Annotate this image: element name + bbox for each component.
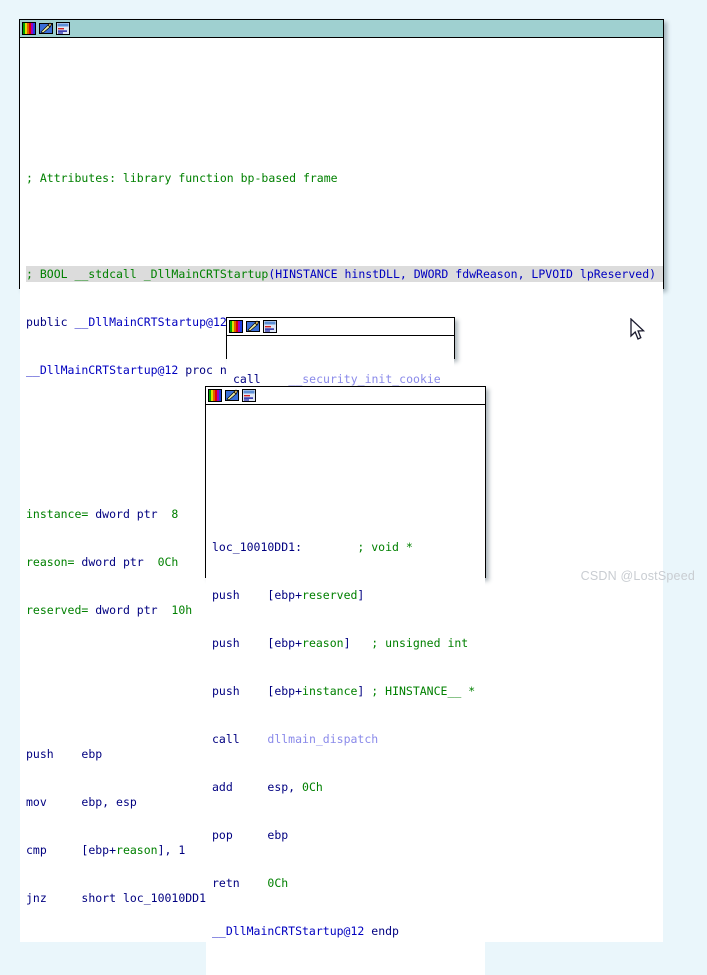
instruction-mnemonic[interactable]: push <box>212 588 240 602</box>
attributes-comment: ; Attributes: library function bp-based … <box>26 171 338 185</box>
instruction-stack-var[interactable]: reason <box>302 636 344 650</box>
instruction-comment: ; HINSTANCE__ * <box>371 684 476 698</box>
color-palette-icon[interactable] <box>208 389 222 402</box>
graph-canvas[interactable]: ; Attributes: library function bp-based … <box>0 0 707 975</box>
color-palette-icon[interactable] <box>229 320 243 333</box>
color-palette-icon[interactable] <box>22 22 36 35</box>
node-titlebar[interactable] <box>227 318 454 336</box>
node-dispatch-block[interactable]: loc_10010DD1: ; void * push [ebp+reserve… <box>205 386 486 975</box>
instruction-mnemonic[interactable]: push <box>212 684 240 698</box>
code-line-signature: ; BOOL __stdcall _DllMainCRTStartup(HINS… <box>26 266 663 282</box>
instruction-line: add esp, 0Ch <box>212 779 485 795</box>
instruction-operands: ebp <box>267 828 289 842</box>
stack-var-type: dword ptr <box>95 603 158 617</box>
instruction-stack-var[interactable]: reason <box>116 843 158 857</box>
call-target-symbol[interactable]: __security_init_cookie <box>288 372 440 386</box>
instruction-operands: [ebp+ <box>81 843 117 857</box>
instruction-mnemonic[interactable]: add <box>212 780 233 794</box>
instruction-operands: esp, <box>267 780 303 794</box>
node-security-cookie-block[interactable]: call __security_init_cookie <box>226 317 455 423</box>
instruction-immediate: 0Ch <box>267 876 289 890</box>
instruction-operands-tail: ] <box>357 588 365 602</box>
window-properties-icon[interactable] <box>56 22 70 35</box>
instruction-mnemonic[interactable]: jnz <box>26 891 47 905</box>
instruction-line: call __security_init_cookie <box>233 371 454 387</box>
window-properties-icon[interactable] <box>242 389 256 402</box>
instruction-operands-tail: ] <box>343 636 351 650</box>
instruction-mnemonic[interactable]: push <box>26 747 54 761</box>
instruction-stack-var[interactable]: instance <box>302 684 357 698</box>
stack-var-name[interactable]: instance= <box>26 507 88 521</box>
stack-var-offset: 8 <box>171 507 179 521</box>
endp-symbol[interactable]: __DllMainCRTStartup@12 <box>212 924 364 938</box>
instruction-mnemonic[interactable]: pop <box>212 828 233 842</box>
call-target-symbol[interactable]: dllmain_dispatch <box>267 732 378 746</box>
pencil-edit-icon[interactable] <box>39 22 53 35</box>
instruction-mnemonic[interactable]: call <box>233 372 261 386</box>
pencil-edit-icon[interactable] <box>246 320 260 333</box>
instruction-line: pop ebp <box>212 827 485 843</box>
instruction-jump-target[interactable]: short loc_10010DD1 <box>81 891 206 905</box>
instruction-mnemonic[interactable]: mov <box>26 795 47 809</box>
instruction-operands: ebp <box>81 747 103 761</box>
instruction-line: push [ebp+reason] ; unsigned int <box>212 635 485 651</box>
public-symbol[interactable]: __DllMainCRTStartup@12 <box>74 315 226 329</box>
instruction-operands: [ebp+ <box>267 636 303 650</box>
instruction-line: retn 0Ch <box>212 875 485 891</box>
instruction-operands: [ebp+ <box>267 684 303 698</box>
proc-symbol[interactable]: __DllMainCRTStartup@12 <box>26 363 178 377</box>
code-line-label: loc_10010DD1: ; void * <box>212 539 485 555</box>
window-properties-icon[interactable] <box>263 320 277 333</box>
stack-var-type: dword ptr <box>95 507 158 521</box>
block-label[interactable]: loc_10010DD1: <box>212 540 302 554</box>
label-comment: ; void * <box>357 540 413 554</box>
stack-var-type: dword ptr <box>81 555 144 569</box>
instruction-operands-tail: ] <box>357 684 365 698</box>
instruction-immediate: 0Ch <box>302 780 323 794</box>
public-keyword: public <box>26 315 68 329</box>
mouse-cursor <box>630 318 646 340</box>
watermark-text: CSDN @LostSpeed <box>580 569 695 583</box>
pencil-edit-icon[interactable] <box>225 389 239 402</box>
instruction-line: call dllmain_dispatch <box>212 731 485 747</box>
node-code: loc_10010DD1: ; void * push [ebp+reserve… <box>206 405 485 975</box>
node-titlebar[interactable] <box>206 387 485 405</box>
node-titlebar[interactable] <box>20 20 663 38</box>
instruction-mnemonic[interactable]: cmp <box>26 843 47 857</box>
instruction-operands: [ebp+ <box>267 588 303 602</box>
endp-keyword: endp <box>371 924 399 938</box>
instruction-comment: ; unsigned int <box>371 636 469 650</box>
instruction-line: push [ebp+reserved] <box>212 587 485 603</box>
instruction-operands-tail: ], 1 <box>157 843 186 857</box>
node-entry-block[interactable]: ; Attributes: library function bp-based … <box>19 19 664 942</box>
instruction-stack-var[interactable]: reserved <box>302 588 357 602</box>
signature-prefix: ; BOOL __stdcall _DllMainCRTStartup <box>26 267 269 281</box>
instruction-mnemonic[interactable]: push <box>212 636 240 650</box>
code-line-endp: __DllMainCRTStartup@12 endp <box>212 923 485 939</box>
instruction-mnemonic[interactable]: call <box>212 732 240 746</box>
stack-var-offset: 10h <box>171 603 193 617</box>
signature-params: (HINSTANCE hinstDLL, DWORD fdwReason, LP… <box>268 267 657 281</box>
stack-var-name[interactable]: reserved= <box>26 603 88 617</box>
stack-var-name[interactable]: reason= <box>26 555 74 569</box>
code-line-attributes: ; Attributes: library function bp-based … <box>26 170 663 186</box>
instruction-operands: ebp, esp <box>81 795 137 809</box>
instruction-line: push [ebp+instance] ; HINSTANCE__ * <box>212 683 485 699</box>
instruction-mnemonic[interactable]: retn <box>212 876 240 890</box>
stack-var-offset: 0Ch <box>157 555 179 569</box>
